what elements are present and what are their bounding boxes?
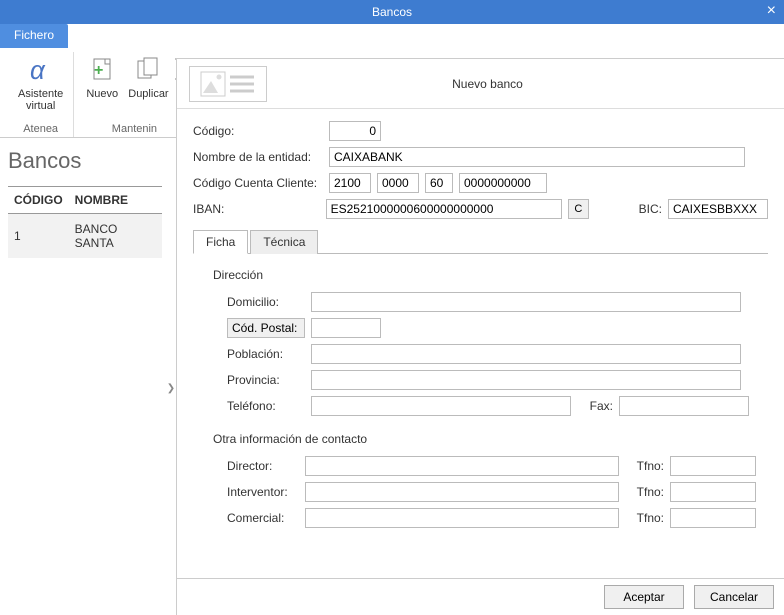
dialog-image-icon <box>189 66 267 102</box>
cancelar-button[interactable]: Cancelar <box>694 585 774 609</box>
alpha-icon: α <box>25 54 57 86</box>
tab-fichero[interactable]: Fichero <box>0 24 68 48</box>
label-ccc: Código Cuenta Cliente: <box>193 176 323 190</box>
label-bic: BIC: <box>623 202 662 216</box>
input-codigo[interactable] <box>329 121 381 141</box>
label-provincia: Provincia: <box>227 373 305 387</box>
cell-codigo: 1 <box>8 214 69 259</box>
dialog-footer: Aceptar Cancelar <box>177 578 784 615</box>
close-icon[interactable]: × <box>767 2 776 20</box>
label-domicilio: Domicilio: <box>227 295 305 309</box>
ribbon-group-atenea: α Asistente virtual Atenea <box>8 52 74 137</box>
tab-tecnica[interactable]: Técnica <box>250 230 318 254</box>
aceptar-button[interactable]: Aceptar <box>604 585 684 609</box>
tabpanel-ficha: Dirección Domicilio: Cód. Postal: Poblac… <box>193 254 768 542</box>
input-director[interactable] <box>305 456 619 476</box>
dialog-title: Nuevo banco <box>283 77 772 91</box>
input-interventor[interactable] <box>305 482 619 502</box>
ribbon-tabs: Fichero <box>0 24 784 48</box>
input-fax[interactable] <box>619 396 749 416</box>
nuevo-label: Nuevo <box>86 88 118 100</box>
label-interventor-tfno: Tfno: <box>633 485 664 499</box>
input-ccc-entidad[interactable] <box>329 173 371 193</box>
input-iban[interactable] <box>326 199 562 219</box>
new-document-icon: + <box>86 54 118 86</box>
duplicate-icon <box>132 54 164 86</box>
dialog-header: Nuevo banco <box>177 59 784 109</box>
duplicar-label: Duplicar <box>128 88 168 100</box>
asistente-button[interactable]: α Asistente virtual <box>14 52 67 114</box>
col-nombre[interactable]: NOMBRE <box>69 187 162 214</box>
label-telefono: Teléfono: <box>227 399 305 413</box>
label-fax: Fax: <box>583 399 613 413</box>
window-title: Bancos <box>372 5 412 19</box>
splitter-handle[interactable]: ❯ <box>166 377 176 401</box>
label-codigo: Código: <box>193 124 323 138</box>
input-comercial-tfno[interactable] <box>670 508 756 528</box>
page-title: Bancos <box>8 148 162 174</box>
col-codigo[interactable]: CÓDIGO <box>8 187 69 214</box>
calc-iban-button[interactable]: C <box>568 199 589 219</box>
input-provincia[interactable] <box>311 370 741 390</box>
asistente-label: Asistente virtual <box>18 88 63 112</box>
label-nombre-entidad: Nombre de la entidad: <box>193 150 323 164</box>
dialog-body: Código: Nombre de la entidad: Código Cue… <box>177 109 784 578</box>
input-director-tfno[interactable] <box>670 456 756 476</box>
input-cod-postal[interactable] <box>311 318 381 338</box>
left-pane: Bancos CÓDIGO NOMBRE 1 BANCO SANTA ❯ <box>0 138 170 615</box>
label-director-tfno: Tfno: <box>633 459 664 473</box>
input-comercial[interactable] <box>305 508 619 528</box>
section-contacto: Otra información de contacto <box>213 432 756 446</box>
svg-text:+: + <box>94 62 103 79</box>
cod-postal-button[interactable]: Cód. Postal: <box>227 318 305 338</box>
input-poblacion[interactable] <box>311 344 741 364</box>
label-comercial: Comercial: <box>227 511 299 525</box>
titlebar: Bancos × <box>0 0 784 24</box>
nuevo-button[interactable]: + Nuevo <box>82 52 122 102</box>
input-ccc-oficina[interactable] <box>377 173 419 193</box>
section-direccion: Dirección <box>213 268 756 282</box>
input-nombre-entidad[interactable] <box>329 147 745 167</box>
label-iban: IBAN: <box>193 202 320 216</box>
banks-table: CÓDIGO NOMBRE 1 BANCO SANTA <box>8 186 162 258</box>
new-bank-dialog: Nuevo banco Código: Nombre de la entidad… <box>176 58 784 615</box>
input-bic[interactable] <box>668 199 768 219</box>
label-director: Director: <box>227 459 299 473</box>
input-ccc-dc[interactable] <box>425 173 453 193</box>
table-row[interactable]: 1 BANCO SANTA <box>8 214 162 259</box>
label-comercial-tfno: Tfno: <box>633 511 664 525</box>
tabs: Ficha Técnica <box>193 229 768 254</box>
svg-text:α: α <box>30 55 46 85</box>
duplicar-button[interactable]: Duplicar <box>124 52 172 102</box>
input-telefono[interactable] <box>311 396 571 416</box>
input-ccc-cuenta[interactable] <box>459 173 547 193</box>
group-label-mant: Mantenin <box>112 123 157 137</box>
tab-ficha[interactable]: Ficha <box>193 230 248 254</box>
label-poblacion: Población: <box>227 347 305 361</box>
input-domicilio[interactable] <box>311 292 741 312</box>
input-interventor-tfno[interactable] <box>670 482 756 502</box>
group-label-atenea: Atenea <box>23 123 58 137</box>
label-interventor: Interventor: <box>227 485 299 499</box>
cell-nombre: BANCO SANTA <box>69 214 162 259</box>
